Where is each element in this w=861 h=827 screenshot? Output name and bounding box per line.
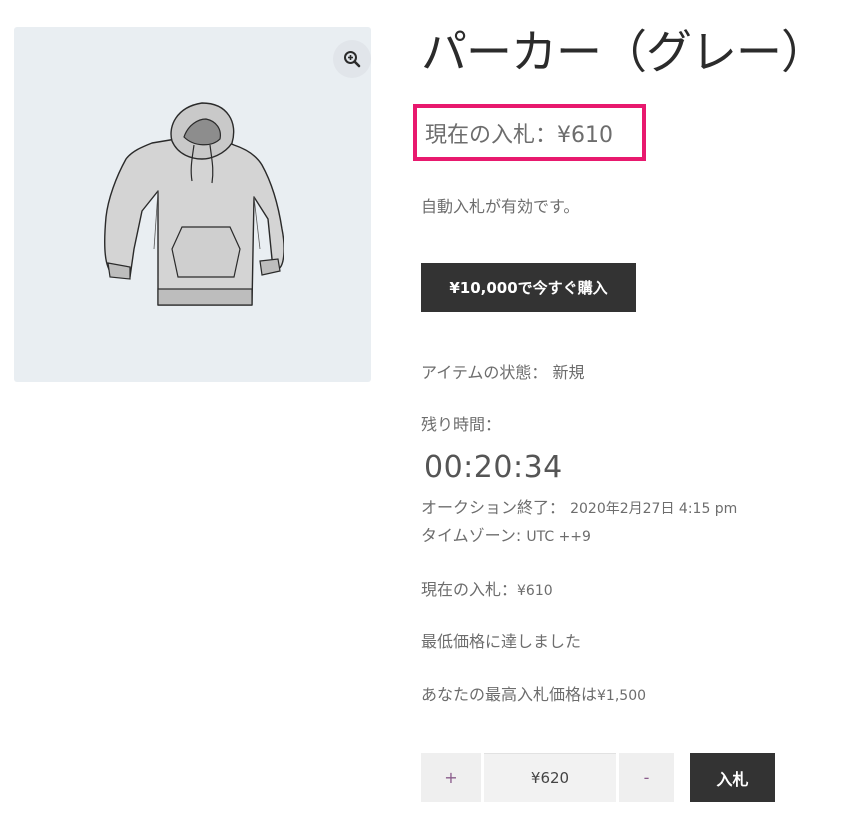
current-bid: 現在の入札：¥610 xyxy=(421,579,553,602)
timezone-value: UTC ++9 xyxy=(526,529,591,545)
product-image[interactable] xyxy=(102,99,284,309)
time-left-label: 残り時間： xyxy=(421,415,502,434)
current-bid-value: ¥610 xyxy=(517,583,553,599)
reserve-met-notice: 最低価格に達しました xyxy=(421,632,582,651)
zoom-in-icon xyxy=(344,51,361,68)
bid-amount-input[interactable] xyxy=(484,753,616,802)
current-bid-highlight-box: 現在の入札：¥610 xyxy=(413,104,646,161)
timezone: タイムゾーン: UTC ++9 xyxy=(421,525,591,548)
max-bid: あなたの最高入札価格は¥1,500 xyxy=(421,684,646,707)
timezone-label: タイムゾーン: xyxy=(421,526,522,545)
current-bid-label: 現在の入札： xyxy=(421,580,518,599)
auction-end-label: オークション終了： xyxy=(421,498,566,517)
auction-end: オークション終了： 2020年2月27日 4:15 pm xyxy=(421,497,737,520)
auction-end-value: 2020年2月27日 4:15 pm xyxy=(570,501,738,517)
condition-label: アイテムの状態： xyxy=(421,363,548,382)
max-bid-value: ¥1,500 xyxy=(597,688,647,704)
max-bid-label: あなたの最高入札価格は xyxy=(421,685,598,704)
condition-value: 新規 xyxy=(552,363,585,382)
item-condition: アイテムの状態： 新規 xyxy=(421,362,585,384)
countdown-timer: 00:20:34 xyxy=(424,450,563,485)
auto-bid-notice: 自動入札が有効です。 xyxy=(421,197,580,216)
product-gallery xyxy=(14,27,371,382)
increase-bid-button[interactable]: + xyxy=(421,753,481,802)
decrease-bid-button[interactable]: - xyxy=(619,753,674,802)
buy-now-button[interactable]: ¥10,000で今すぐ購入 xyxy=(421,263,636,312)
zoom-button[interactable] xyxy=(333,40,371,78)
place-bid-button[interactable]: 入札 xyxy=(690,753,775,802)
product-title: パーカー（グレー） xyxy=(421,25,827,79)
current-bid-highlight: 現在の入札：¥610 xyxy=(425,122,613,148)
